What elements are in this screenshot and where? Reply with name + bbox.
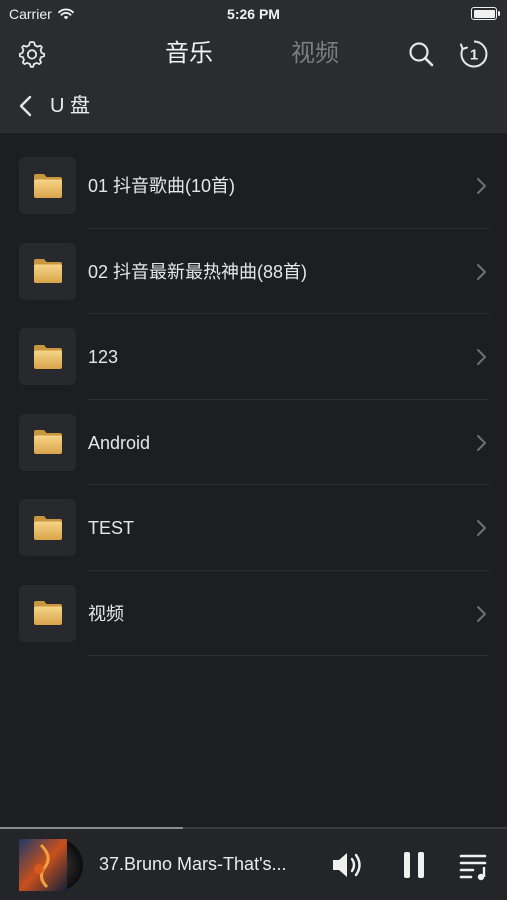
- tab-video[interactable]: 视频: [291, 38, 339, 70]
- breadcrumb: U 盘: [0, 80, 507, 133]
- folder-thumb: [19, 413, 76, 471]
- folder-row-4[interactable]: Android: [0, 400, 507, 485]
- playback-progress-track[interactable]: [0, 827, 507, 829]
- now-playing-title: 37.Bruno Mars-That's...: [99, 854, 287, 874]
- folder-icon: [33, 344, 62, 369]
- folder-thumb: [19, 157, 76, 214]
- folder-title: U 盘: [50, 95, 90, 117]
- folder-thumb: [19, 242, 76, 300]
- folder-thumb: [19, 328, 76, 385]
- chevron-right-icon: [477, 605, 486, 622]
- folder-row-6[interactable]: 视频: [0, 571, 507, 656]
- back-chevron-icon[interactable]: [14, 93, 40, 119]
- chevron-right-icon: [477, 263, 486, 280]
- folder-name: Android: [88, 432, 151, 453]
- settings-gear-icon[interactable]: [16, 38, 48, 70]
- folder-list: 01 抖音歌曲(10首) 02 抖音最新最热神曲(88首) 123 Androi…: [0, 143, 507, 656]
- folder-name: TEST: [88, 518, 135, 538]
- playback-progress-fill: [0, 827, 183, 829]
- folder-icon: [33, 259, 62, 283]
- folder-name: 01 抖音歌曲(10首): [88, 176, 236, 196]
- folder-thumb: [19, 584, 76, 642]
- history-badge-count: 1: [470, 47, 478, 64]
- folder-icon: [33, 173, 62, 198]
- chevron-right-icon: [477, 434, 486, 451]
- tab-music[interactable]: 音乐: [165, 38, 213, 70]
- folder-row-3[interactable]: 123: [0, 314, 507, 400]
- chevron-right-icon: [477, 349, 486, 365]
- folder-icon: [33, 430, 62, 454]
- pause-icon[interactable]: [396, 847, 432, 883]
- mini-player[interactable]: 37.Bruno Mars-That's...: [0, 827, 507, 900]
- folder-thumb: [19, 499, 76, 556]
- folder-row-2[interactable]: 02 抖音最新最热神曲(88首): [0, 229, 507, 314]
- folder-name: 02 抖音最新最热神曲(88首): [88, 261, 308, 282]
- folder-icon: [33, 515, 62, 540]
- history-badge-icon[interactable]: 1: [458, 38, 490, 70]
- battery-icon: [471, 7, 500, 20]
- chevron-right-icon: [477, 178, 486, 194]
- row-divider: [88, 655, 489, 656]
- status-time: 5:26 PM: [227, 6, 280, 22]
- folder-row-5[interactable]: TEST: [0, 485, 507, 571]
- top-nav: 音乐 视频 1: [0, 28, 507, 80]
- search-icon[interactable]: [405, 38, 437, 70]
- folder-name: 123: [88, 347, 119, 367]
- chevron-right-icon: [477, 520, 486, 536]
- folder-icon: [33, 601, 62, 625]
- playlist-queue-icon[interactable]: [456, 847, 492, 883]
- volume-speaker-icon[interactable]: [330, 847, 366, 883]
- album-cover[interactable]: [19, 839, 83, 891]
- status-bar: Carrier 5:26 PM: [0, 0, 507, 28]
- folder-row-1[interactable]: 01 抖音歌曲(10首): [0, 143, 507, 229]
- folder-name: 视频: [88, 603, 124, 624]
